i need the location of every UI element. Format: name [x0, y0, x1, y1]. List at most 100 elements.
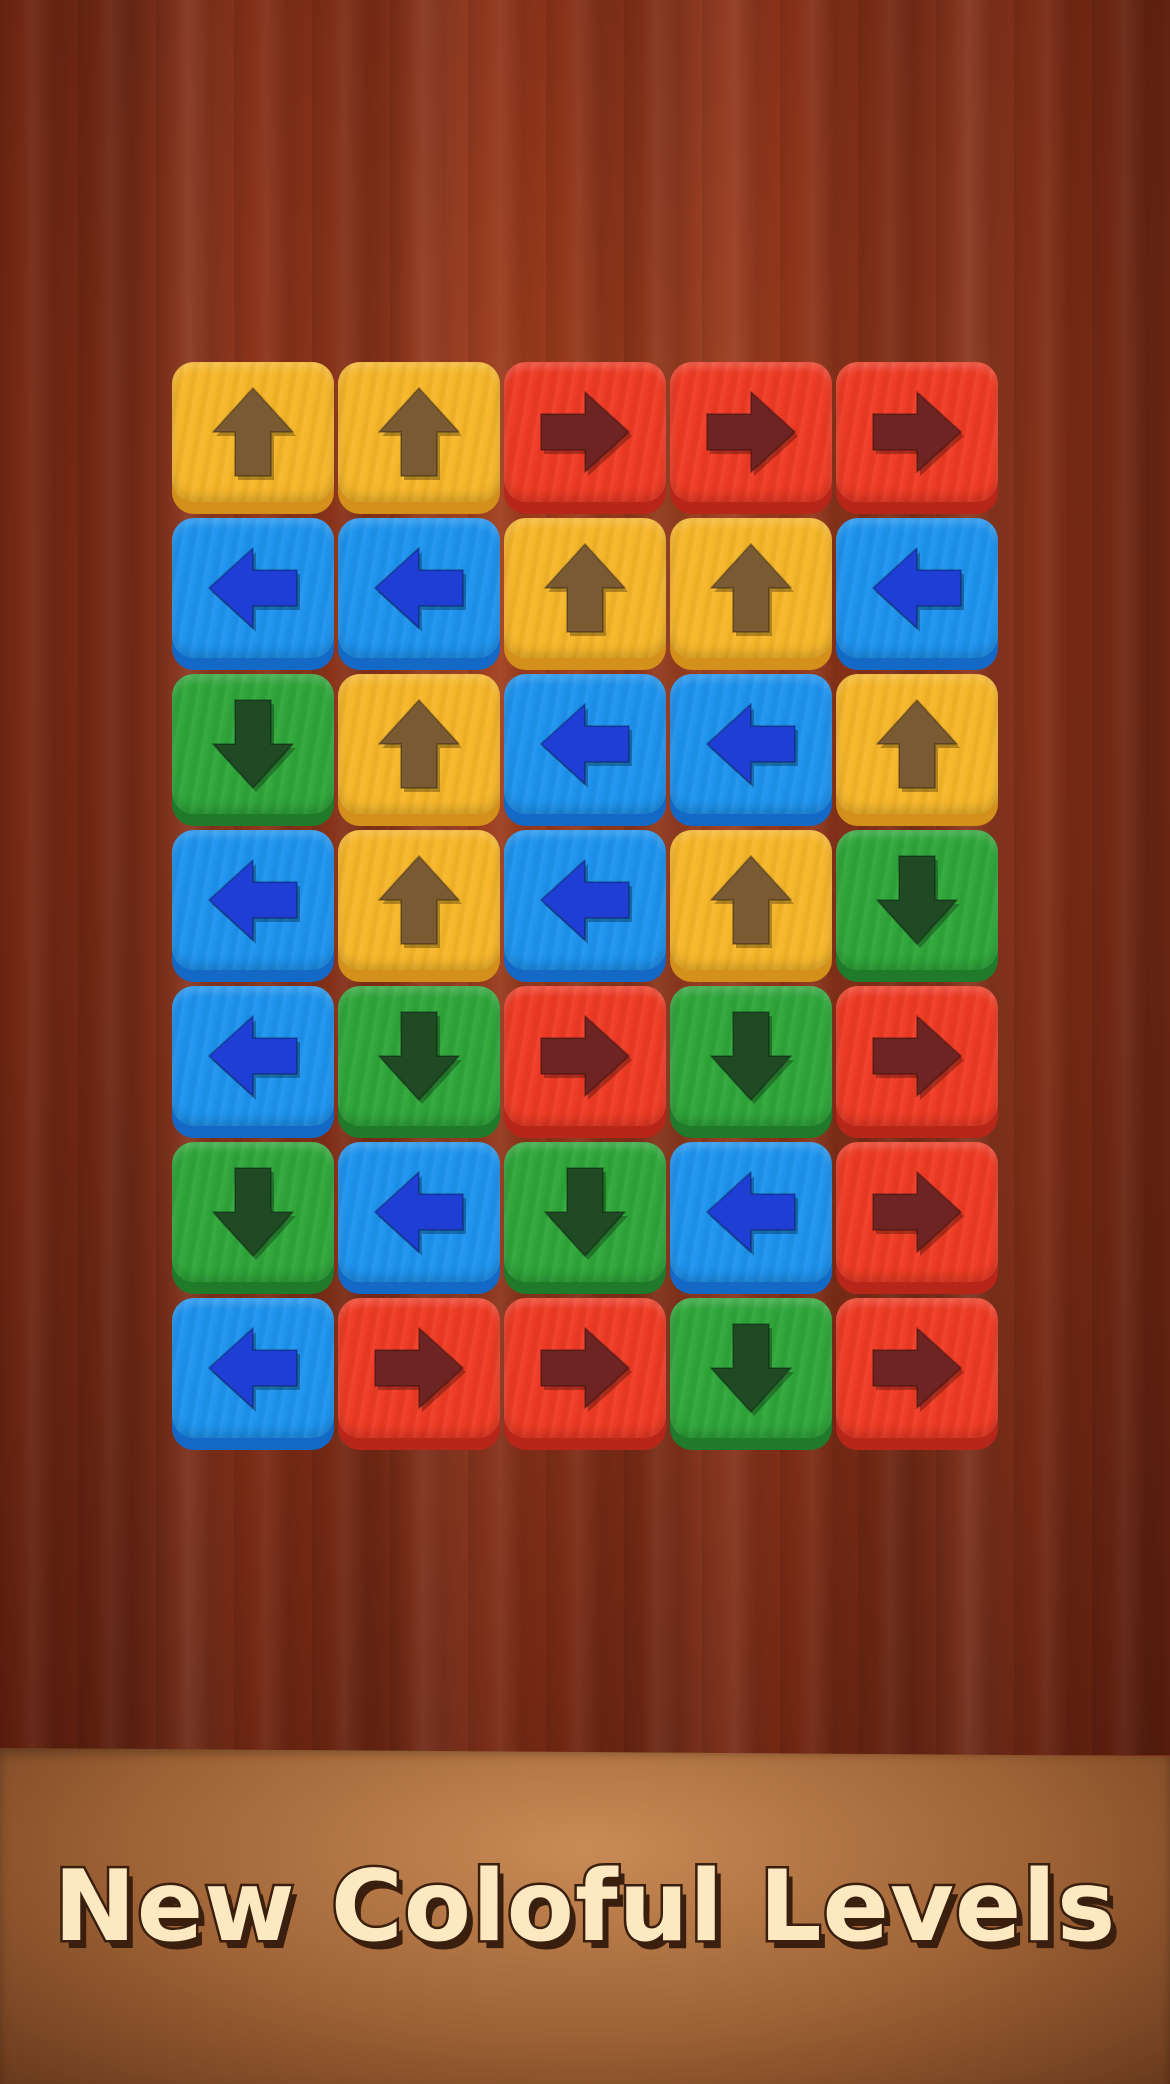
- red-block[interactable]: [504, 362, 666, 514]
- up-arrow-icon: [378, 699, 462, 792]
- block-face: [338, 674, 500, 814]
- yellow-block[interactable]: [338, 830, 500, 982]
- down-arrow-icon: [544, 1167, 628, 1260]
- block-face: [172, 986, 334, 1126]
- yellow-block[interactable]: [172, 362, 334, 514]
- right-arrow-icon: [872, 1327, 964, 1412]
- block-face: [504, 1298, 666, 1438]
- left-arrow-icon: [540, 703, 632, 788]
- block-face: [172, 1142, 334, 1282]
- blue-block[interactable]: [504, 674, 666, 826]
- down-arrow-icon: [378, 1011, 462, 1104]
- left-arrow-icon: [706, 1171, 798, 1256]
- block-face: [172, 362, 334, 502]
- up-arrow-icon: [544, 543, 628, 636]
- blue-block[interactable]: [338, 1142, 500, 1294]
- up-arrow-icon: [378, 387, 462, 480]
- block-face: [836, 830, 998, 970]
- block-face: [836, 986, 998, 1126]
- blue-block[interactable]: [836, 518, 998, 670]
- right-arrow-icon: [872, 391, 964, 476]
- yellow-block[interactable]: [338, 674, 500, 826]
- left-arrow-icon: [208, 1327, 300, 1412]
- yellow-block[interactable]: [670, 830, 832, 982]
- block-face: [670, 830, 832, 970]
- block-face: [504, 362, 666, 502]
- block-face: [338, 518, 500, 658]
- green-block[interactable]: [836, 830, 998, 982]
- up-arrow-icon: [378, 855, 462, 948]
- yellow-block[interactable]: [670, 518, 832, 670]
- red-block[interactable]: [504, 986, 666, 1138]
- block-face: [338, 362, 500, 502]
- block-face: [670, 986, 832, 1126]
- green-block[interactable]: [670, 986, 832, 1138]
- block-face: [836, 1298, 998, 1438]
- green-block[interactable]: [670, 1298, 832, 1450]
- right-arrow-icon: [374, 1327, 466, 1412]
- left-arrow-icon: [872, 547, 964, 632]
- right-arrow-icon: [540, 1327, 632, 1412]
- block-face: [836, 674, 998, 814]
- blue-block[interactable]: [172, 830, 334, 982]
- left-arrow-icon: [706, 703, 798, 788]
- block-face: [504, 830, 666, 970]
- block-face: [670, 674, 832, 814]
- red-block[interactable]: [836, 986, 998, 1138]
- red-block[interactable]: [338, 1298, 500, 1450]
- block-face: [504, 674, 666, 814]
- promo-caption: New Coloful Levels: [51, 1848, 1118, 1967]
- blue-block[interactable]: [172, 986, 334, 1138]
- red-block[interactable]: [836, 1142, 998, 1294]
- right-arrow-icon: [540, 391, 632, 476]
- down-arrow-icon: [212, 699, 296, 792]
- block-face: [836, 1142, 998, 1282]
- block-face: [338, 1142, 500, 1282]
- puzzle-board: [172, 362, 1002, 1492]
- right-arrow-icon: [872, 1015, 964, 1100]
- block-face: [338, 986, 500, 1126]
- block-face: [172, 518, 334, 658]
- block-face: [172, 1298, 334, 1438]
- down-arrow-icon: [710, 1011, 794, 1104]
- yellow-block[interactable]: [338, 362, 500, 514]
- block-face: [836, 362, 998, 502]
- left-arrow-icon: [208, 859, 300, 944]
- up-arrow-icon: [212, 387, 296, 480]
- block-face: [504, 518, 666, 658]
- yellow-block[interactable]: [836, 674, 998, 826]
- down-arrow-icon: [212, 1167, 296, 1260]
- yellow-block[interactable]: [504, 518, 666, 670]
- blue-block[interactable]: [504, 830, 666, 982]
- block-face: [670, 362, 832, 502]
- red-block[interactable]: [670, 362, 832, 514]
- block-face: [338, 830, 500, 970]
- blue-block[interactable]: [172, 518, 334, 670]
- left-arrow-icon: [208, 1015, 300, 1100]
- right-arrow-icon: [540, 1015, 632, 1100]
- block-face: [338, 1298, 500, 1438]
- blue-block[interactable]: [670, 1142, 832, 1294]
- block-face: [504, 986, 666, 1126]
- up-arrow-icon: [710, 543, 794, 636]
- red-block[interactable]: [836, 1298, 998, 1450]
- red-block[interactable]: [504, 1298, 666, 1450]
- block-face: [172, 674, 334, 814]
- down-arrow-icon: [876, 855, 960, 948]
- up-arrow-icon: [710, 855, 794, 948]
- red-block[interactable]: [836, 362, 998, 514]
- block-face: [504, 1142, 666, 1282]
- block-face: [836, 518, 998, 658]
- down-arrow-icon: [710, 1323, 794, 1416]
- blue-block[interactable]: [338, 518, 500, 670]
- left-arrow-icon: [540, 859, 632, 944]
- blue-block[interactable]: [172, 1298, 334, 1450]
- green-block[interactable]: [504, 1142, 666, 1294]
- green-block[interactable]: [172, 1142, 334, 1294]
- blue-block[interactable]: [670, 674, 832, 826]
- green-block[interactable]: [172, 674, 334, 826]
- right-arrow-icon: [872, 1171, 964, 1256]
- block-face: [670, 1142, 832, 1282]
- left-arrow-icon: [374, 547, 466, 632]
- green-block[interactable]: [338, 986, 500, 1138]
